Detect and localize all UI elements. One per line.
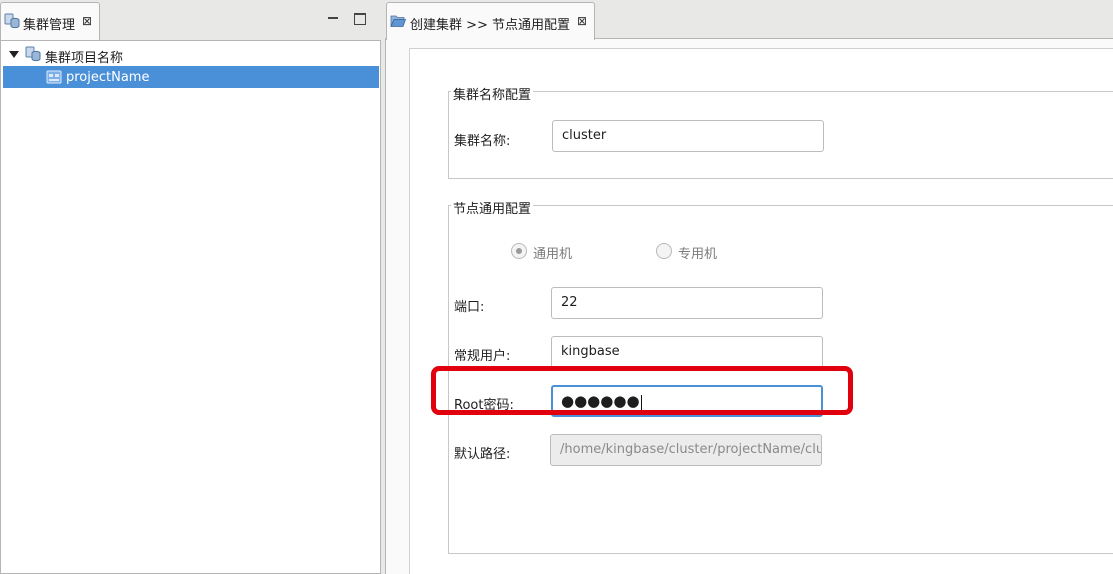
user-label: 常规用户: bbox=[454, 349, 511, 364]
port-label: 端口: bbox=[454, 300, 485, 315]
editor-body: 集群名称配置 集群名称: cluster 节点通用配置 通用机 专用机 端口: … bbox=[385, 38, 1113, 574]
default-path-label: 默认路径: bbox=[454, 447, 511, 462]
node-general-group: 节点通用配置 通用机 专用机 端口: 22 常规用户: kingbase Roo… bbox=[448, 198, 1113, 554]
view-tab-bar: 集群管理 ⊠ bbox=[0, 0, 381, 40]
folder-open-icon bbox=[390, 13, 407, 29]
tree-item-label: 集群项目名称 bbox=[45, 51, 124, 66]
password-dots: ●●●●●● bbox=[561, 392, 640, 410]
project-tree: 集群项目名称 projectName bbox=[0, 40, 381, 574]
cluster-name-group: 集群名称配置 集群名称: cluster bbox=[448, 84, 1113, 179]
cluster-name-input[interactable]: cluster bbox=[552, 120, 824, 152]
node-config-page: 集群名称配置 集群名称: cluster 节点通用配置 通用机 专用机 端口: … bbox=[409, 48, 1113, 574]
root-password-input[interactable]: ●●●●●● bbox=[551, 385, 823, 417]
radio-general-label: 通用机 bbox=[533, 247, 573, 262]
maximize-icon[interactable] bbox=[351, 10, 367, 26]
user-input[interactable]: kingbase bbox=[551, 336, 823, 368]
cluster-name-label: 集群名称: bbox=[454, 134, 511, 149]
tree-item-project[interactable]: projectName bbox=[3, 66, 379, 88]
tab-label: 集群管理 bbox=[23, 18, 76, 33]
minimize-icon[interactable] bbox=[325, 10, 341, 26]
project-icon bbox=[46, 69, 62, 85]
tree-item-label: projectName bbox=[66, 70, 150, 85]
port-input[interactable]: 22 bbox=[551, 287, 823, 319]
close-icon[interactable]: ⊠ bbox=[82, 13, 92, 29]
tree-item-root[interactable]: 集群项目名称 bbox=[3, 43, 379, 66]
default-path-input: /home/kingbase/cluster/projectName/clu bbox=[550, 434, 822, 466]
group-title: 集群名称配置 bbox=[451, 84, 534, 103]
text-caret bbox=[640, 394, 642, 411]
cluster-management-view: 集群管理 ⊠ 集群项目名称 projectName bbox=[0, 0, 381, 574]
root-password-label: Root密码: bbox=[454, 398, 514, 413]
radio-dedicated-label: 专用机 bbox=[678, 247, 718, 262]
expand-arrow-icon[interactable] bbox=[9, 51, 19, 58]
tab-cluster-management[interactable]: 集群管理 ⊠ bbox=[0, 2, 100, 40]
radio-dedicated-machine[interactable] bbox=[656, 243, 672, 259]
tab-label: 创建集群 >> 节点通用配置 bbox=[410, 18, 571, 33]
group-title: 节点通用配置 bbox=[451, 198, 534, 217]
close-icon[interactable]: ⊠ bbox=[577, 13, 587, 29]
tab-node-general-config[interactable]: 创建集群 >> 节点通用配置 ⊠ bbox=[386, 2, 595, 40]
cluster-db-icon bbox=[4, 13, 20, 29]
radio-general-machine[interactable] bbox=[511, 243, 527, 259]
editor-area: 集群名称配置 集群名称: cluster 节点通用配置 通用机 专用机 端口: … bbox=[385, 0, 1113, 574]
cluster-db-icon bbox=[25, 46, 41, 62]
